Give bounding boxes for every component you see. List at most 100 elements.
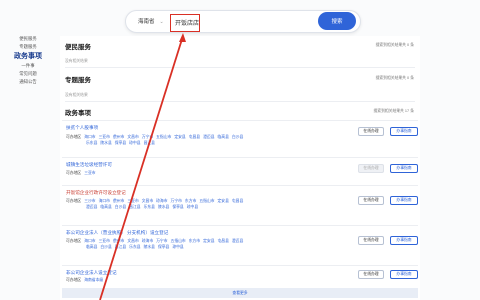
region-link[interactable]: 三沙市 — [84, 199, 95, 203]
region-link[interactable]: 陵水县 — [158, 205, 169, 209]
show-more-button[interactable]: 查看更多 — [62, 288, 418, 298]
region-link[interactable]: 临高县 — [218, 135, 229, 139]
region-link[interactable]: 海南省本级 — [84, 278, 103, 282]
region-link[interactable]: 三亚市 — [99, 135, 110, 139]
section-count-topic: 搜索到相关结果共 0 条 — [375, 76, 414, 80]
empty-text-service: 没有相关结果 — [65, 59, 88, 63]
sidebar-item-notices[interactable]: 通知公告 — [0, 78, 56, 86]
item-title[interactable]: 非公司企业法人设立登记 — [66, 270, 117, 276]
region-link[interactable]: 白沙县 — [115, 205, 126, 209]
region-link[interactable]: 海口市 — [99, 199, 110, 203]
region-link[interactable]: 乐东县 — [129, 245, 140, 249]
item-regions-cont: 乐东县 陵水县 保亭县 琼中县 昌江县 — [86, 140, 366, 146]
region-link[interactable]: 临高县 — [100, 205, 111, 209]
online-apply-button[interactable]: 在线办理 — [358, 270, 384, 279]
guide-button[interactable]: 办事指南 — [390, 196, 418, 205]
item-regions-cont: 澄迈县 临高县 白沙县 昌江县 乐东县 陵水县 保亭县 琼中县 — [86, 204, 366, 210]
region-link[interactable]: 海口市 — [84, 135, 95, 139]
region-link[interactable]: 琼海市 — [156, 199, 167, 203]
region-link[interactable]: 儋州市 — [113, 239, 124, 243]
region-link[interactable]: 昌江县 — [115, 245, 126, 249]
region-link[interactable]: 三亚市 — [127, 199, 138, 203]
region-link[interactable]: 澄迈县 — [232, 239, 243, 243]
region-link[interactable]: 海口市 — [84, 239, 95, 243]
region-selector[interactable]: 海南省 ⌄ — [138, 17, 164, 25]
online-apply-button[interactable]: 在线办理 — [358, 236, 384, 245]
regions-label: 可办地区 — [66, 278, 82, 282]
region-link[interactable]: 陵水县 — [144, 245, 155, 249]
empty-text-topic: 没有相关结果 — [65, 93, 88, 97]
region-link[interactable]: 屯昌县 — [232, 199, 243, 203]
region-link[interactable]: 屯昌县 — [189, 135, 200, 139]
guide-button[interactable]: 办事指南 — [390, 236, 418, 245]
region-link[interactable]: 万宁市 — [142, 135, 153, 139]
section-title-affairs: 政务事项 — [65, 110, 91, 117]
region-link[interactable]: 澄迈县 — [203, 135, 214, 139]
region-link[interactable]: 三亚市 — [84, 171, 95, 175]
section-title-service: 便民服务 — [65, 44, 91, 51]
region-link[interactable]: 琼海市 — [142, 239, 153, 243]
item-regions: 可办地区 三亚市 — [66, 170, 346, 176]
region-link[interactable]: 五指山市 — [199, 199, 214, 203]
sidebar-item-one-thing[interactable]: 一件事 — [0, 62, 56, 70]
region-link[interactable]: 文昌市 — [127, 239, 138, 243]
list-item: 开饭馆企业行政许可设立登记 可办地区 三沙市 海口市 儋州市 三亚市 文昌市 琼海市 万宁市东… — [62, 185, 418, 225]
region-link[interactable]: 东方市 — [185, 199, 196, 203]
region-link[interactable]: 万宁市 — [171, 199, 182, 203]
online-apply-button[interactable]: 在线办理 — [358, 196, 384, 205]
sidebar-item-affairs[interactable]: 政务事项 — [0, 51, 56, 62]
region-link[interactable]: 乐东县 — [144, 205, 155, 209]
list-item: 城镇生活垃圾经营许可 可办地区 三亚市 在线办理 办事指南 — [62, 157, 418, 185]
sidebar-item-convenience[interactable]: 便民服务 — [0, 35, 56, 43]
item-title[interactable]: 开饭馆企业行政许可设立登记 — [66, 190, 126, 196]
region-link[interactable]: 儋州市 — [113, 199, 124, 203]
region-link[interactable]: 乐东县 — [86, 141, 97, 145]
online-apply-button[interactable]: 在线办理 — [358, 127, 384, 136]
item-title[interactable]: 扶贫个人股事项 — [66, 125, 98, 131]
region-link[interactable]: 保亭县 — [115, 141, 126, 145]
region-link[interactable]: 定安县 — [203, 239, 214, 243]
item-title[interactable]: 非公司企业法人（营业执照） 分支机构）设立登记 — [66, 230, 168, 236]
chevron-down-icon: ⌄ — [159, 19, 164, 25]
results-panel: 便民服务 搜索到相关结果共 0 条 没有相关结果 专题服务 搜索到相关结果共 0… — [60, 36, 420, 300]
region-link[interactable]: 五指山市 — [171, 239, 186, 243]
region-link[interactable]: 临高县 — [86, 245, 97, 249]
region-link[interactable]: 万宁市 — [156, 239, 167, 243]
region-link[interactable]: 琼中县 — [129, 141, 140, 145]
guide-button[interactable]: 办事指南 — [390, 127, 418, 136]
region-link[interactable]: 陵水县 — [100, 141, 111, 145]
region-link[interactable]: 白沙县 — [100, 245, 111, 249]
online-apply-button[interactable]: 在线办理 — [358, 164, 384, 173]
region-link[interactable]: 琼中县 — [187, 205, 198, 209]
region-link[interactable]: 保亭县 — [172, 205, 183, 209]
region-link[interactable]: 五指山市 — [156, 135, 171, 139]
divider — [65, 67, 415, 68]
region-link[interactable]: 定安县 — [174, 135, 185, 139]
regions-label: 可办地区 — [66, 239, 82, 243]
region-link[interactable]: 文昌市 — [127, 135, 138, 139]
region-link[interactable]: 保亭县 — [158, 245, 169, 249]
item-title[interactable]: 城镇生活垃圾经营许可 — [66, 162, 112, 168]
search-button[interactable]: 搜索 — [318, 12, 356, 30]
region-link[interactable]: 昌江县 — [144, 141, 155, 145]
guide-button[interactable]: 办事指南 — [390, 164, 418, 173]
region-link[interactable]: 屯昌县 — [218, 239, 229, 243]
sidebar-item-topic[interactable]: 专题服务 — [0, 43, 56, 51]
section-title-topic: 专题服务 — [65, 77, 91, 84]
sidebar-nav: 便民服务 专题服务 政务事项 一件事 常见问题 通知公告 — [0, 35, 56, 86]
region-link[interactable]: 琼中县 — [172, 245, 183, 249]
list-item: 非公司企业法人设立登记 可办地区 海南省本级 在线办理 办事指南 — [62, 265, 418, 287]
section-count-service: 搜索到相关结果共 0 条 — [375, 43, 414, 47]
region-link[interactable]: 东方市 — [189, 239, 200, 243]
regions-label: 可办地区 — [66, 135, 82, 139]
region-link[interactable]: 儋州市 — [113, 135, 124, 139]
guide-button[interactable]: 办事指南 — [390, 270, 418, 279]
region-link[interactable]: 昌江县 — [129, 205, 140, 209]
divider — [65, 101, 415, 102]
sidebar-item-faq[interactable]: 常见问题 — [0, 70, 56, 78]
region-link[interactable]: 定安县 — [218, 199, 229, 203]
region-link[interactable]: 白沙县 — [232, 135, 243, 139]
region-link[interactable]: 三亚市 — [99, 239, 110, 243]
region-link[interactable]: 文昌市 — [142, 199, 153, 203]
region-link[interactable]: 澄迈县 — [86, 205, 97, 209]
